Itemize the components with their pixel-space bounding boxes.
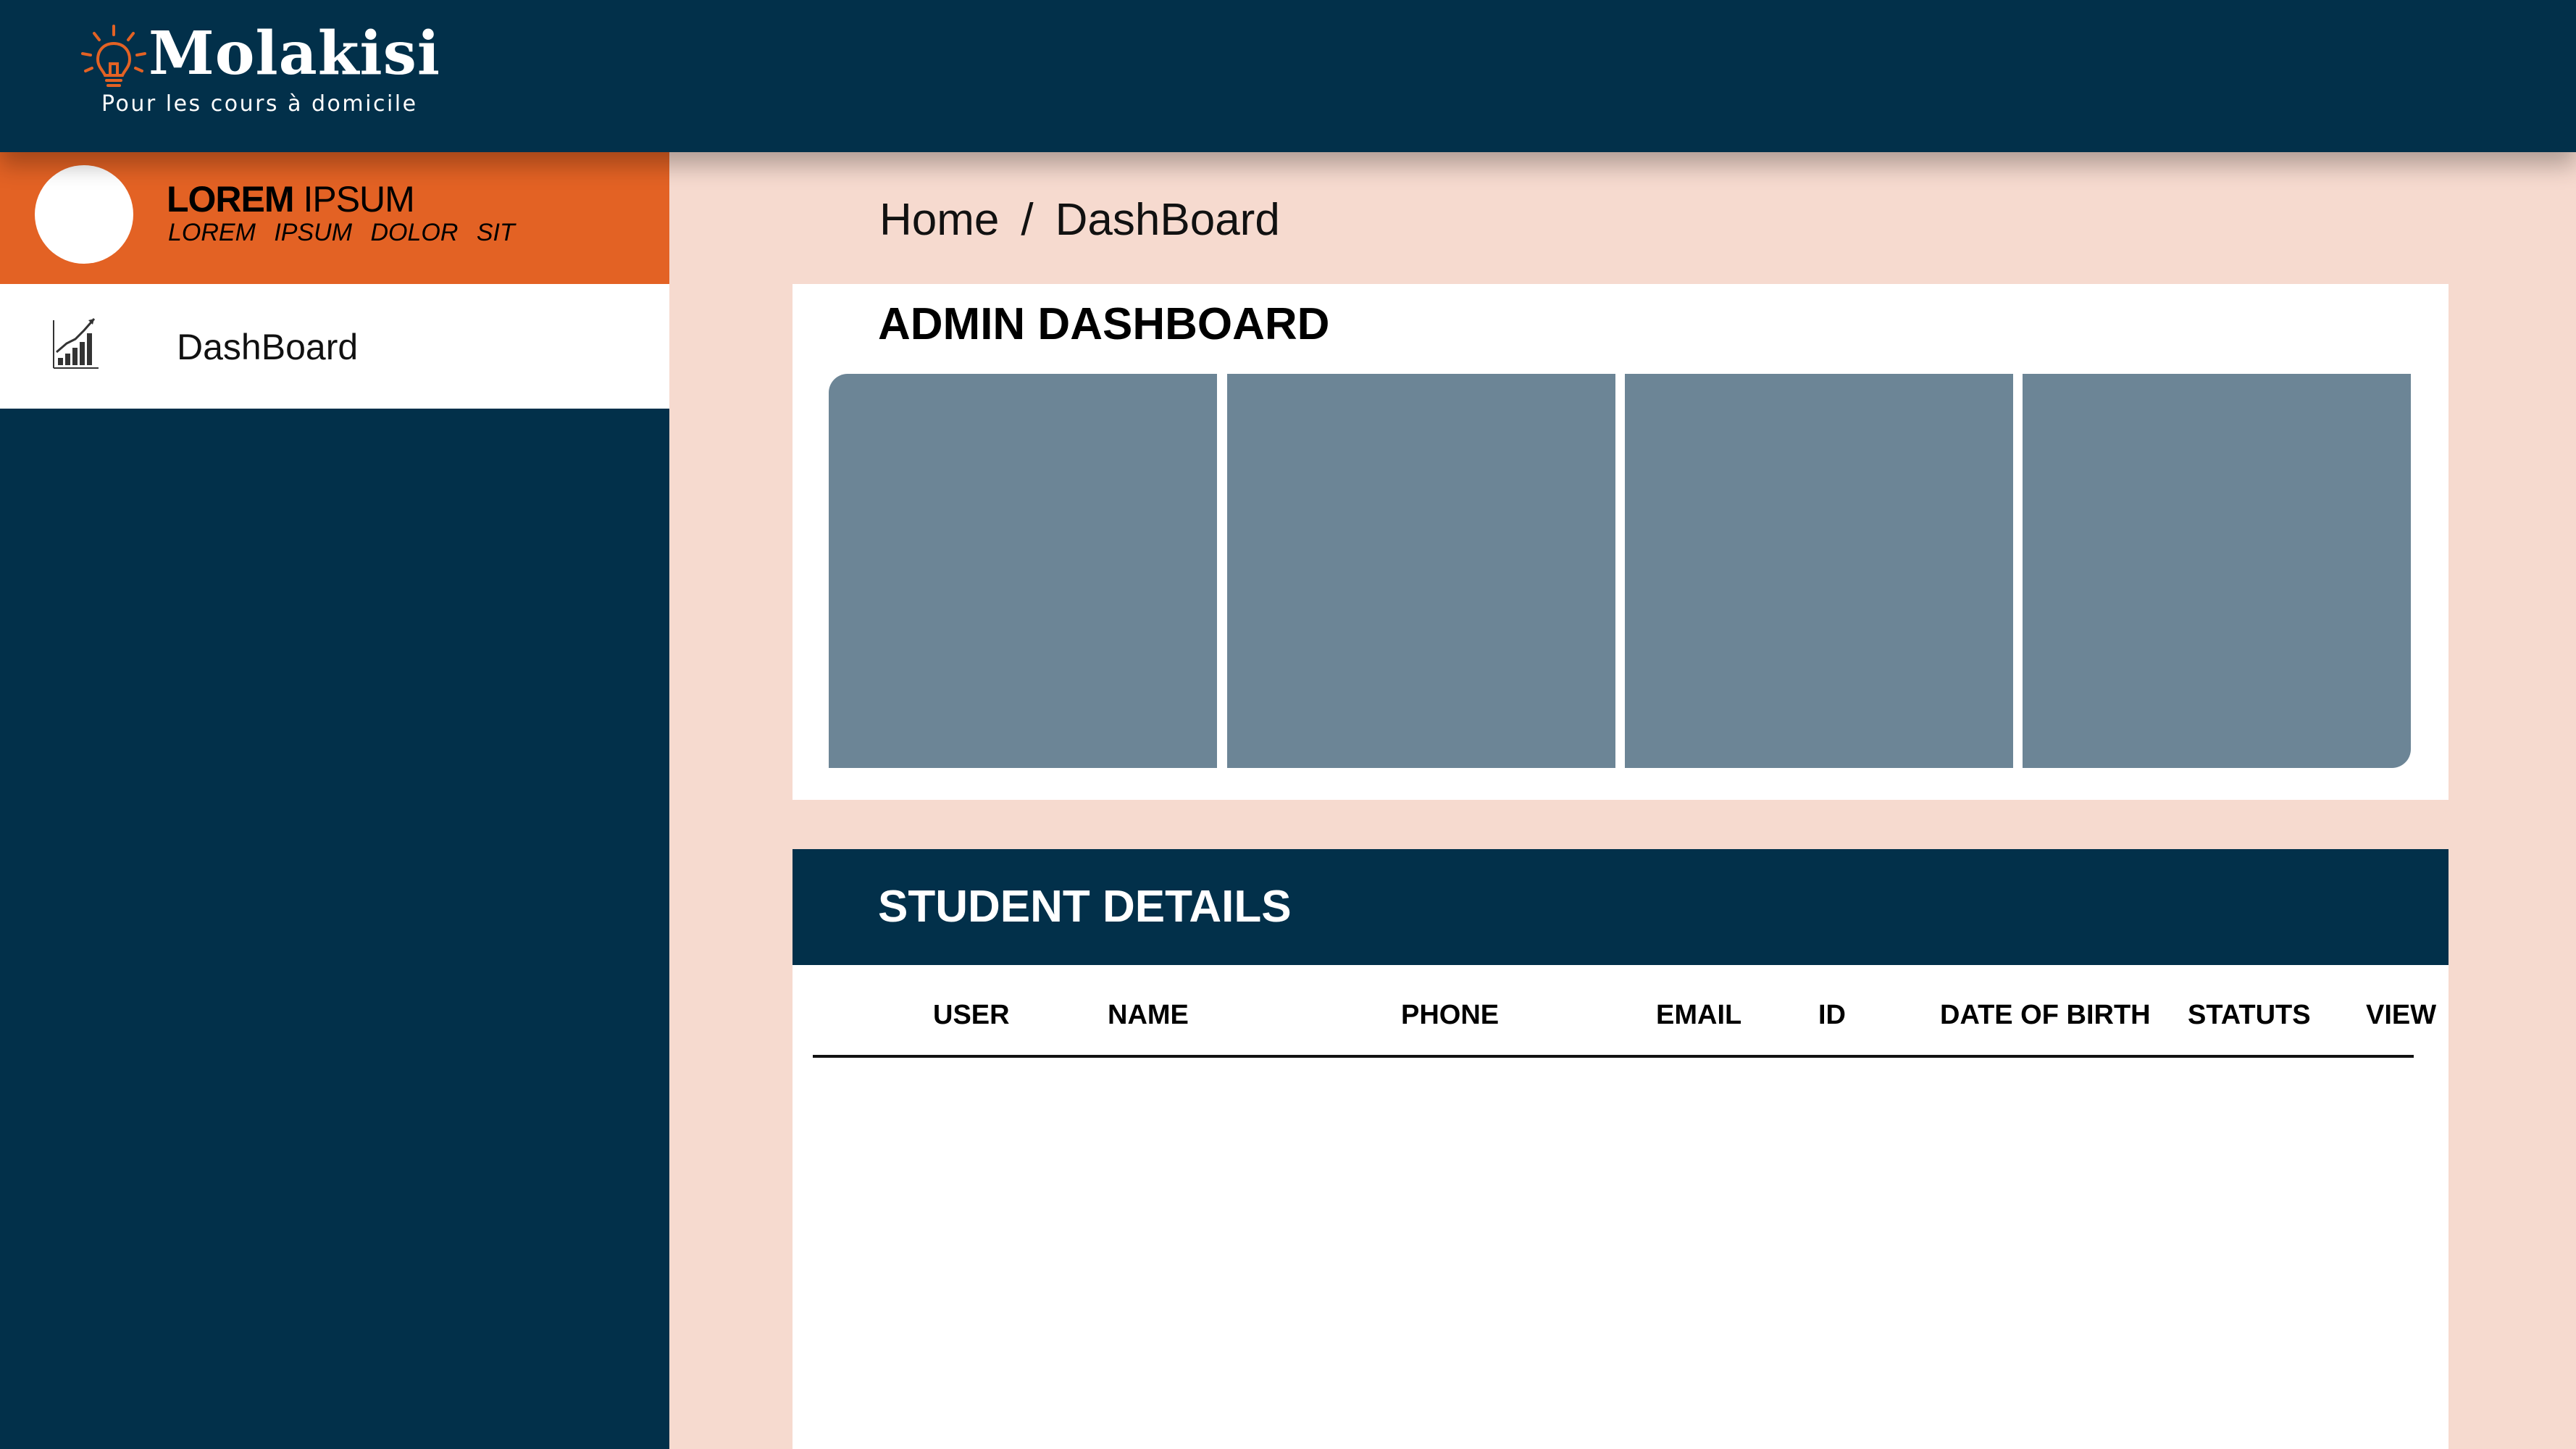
admin-dashboard-title: ADMIN DASHBOARD <box>878 299 1330 349</box>
user-profile[interactable]: LOREM IPSUM LOREM IPSUM DOLOR SIT <box>0 152 669 284</box>
brand-logo[interactable]: Molakisi Pour les cours à domicile <box>80 16 440 125</box>
stat-tile[interactable] <box>1625 374 2013 768</box>
lightbulb-icon <box>81 25 146 87</box>
stat-tile[interactable] <box>2023 374 2411 768</box>
bar-chart-icon <box>53 318 99 369</box>
table-header: USER NAME PHONE EMAIL ID DATE OF BIRTH S… <box>813 965 2436 1058</box>
column-header-user[interactable]: USER <box>933 1000 1010 1031</box>
brand-tagline: Pour les cours à domicile <box>101 91 418 117</box>
student-details-header: STUDENT DETAILS <box>793 849 2449 965</box>
breadcrumb-home[interactable]: Home <box>879 195 999 245</box>
sidebar-item-label: DashBoard <box>177 327 359 367</box>
column-header-date-of-birth[interactable]: DATE OF BIRTH <box>1940 1000 2151 1031</box>
breadcrumb-current: DashBoard <box>1055 195 1280 245</box>
column-header-name[interactable]: NAME <box>1108 1000 1189 1031</box>
admin-dashboard-card: ADMIN DASHBOARD <box>793 284 2449 800</box>
student-details-card: STUDENT DETAILS USER NAME PHONE EMAIL ID… <box>793 849 2449 1449</box>
top-header: Molakisi Pour les cours à domicile <box>0 0 2576 152</box>
avatar[interactable] <box>35 165 133 264</box>
breadcrumb-separator: / <box>1021 195 1034 245</box>
stat-tile[interactable] <box>1227 374 1615 768</box>
stat-tile[interactable] <box>829 374 1217 768</box>
profile-name-bold: LOREM <box>167 179 295 220</box>
brand-name: Molakisi <box>149 19 441 88</box>
student-details-title: STUDENT DETAILS <box>878 882 1292 932</box>
sidebar-item-dashboard[interactable]: DashBoard <box>0 284 669 409</box>
breadcrumb: Home / DashBoard <box>879 194 1280 246</box>
column-header-view[interactable]: VIEW <box>2366 1000 2436 1031</box>
sidebar: LOREM IPSUM LOREM IPSUM DOLOR SIT DashBo… <box>0 152 669 1449</box>
column-header-status[interactable]: STATUTS <box>2188 1000 2311 1031</box>
column-header-phone[interactable]: PHONE <box>1401 1000 1499 1031</box>
column-header-email[interactable]: EMAIL <box>1656 1000 1741 1031</box>
profile-subtitle: LOREM IPSUM DOLOR SIT <box>168 219 515 246</box>
profile-name-regular: IPSUM <box>303 179 414 220</box>
column-header-id[interactable]: ID <box>1818 1000 1846 1031</box>
profile-name: LOREM IPSUM <box>167 178 415 220</box>
